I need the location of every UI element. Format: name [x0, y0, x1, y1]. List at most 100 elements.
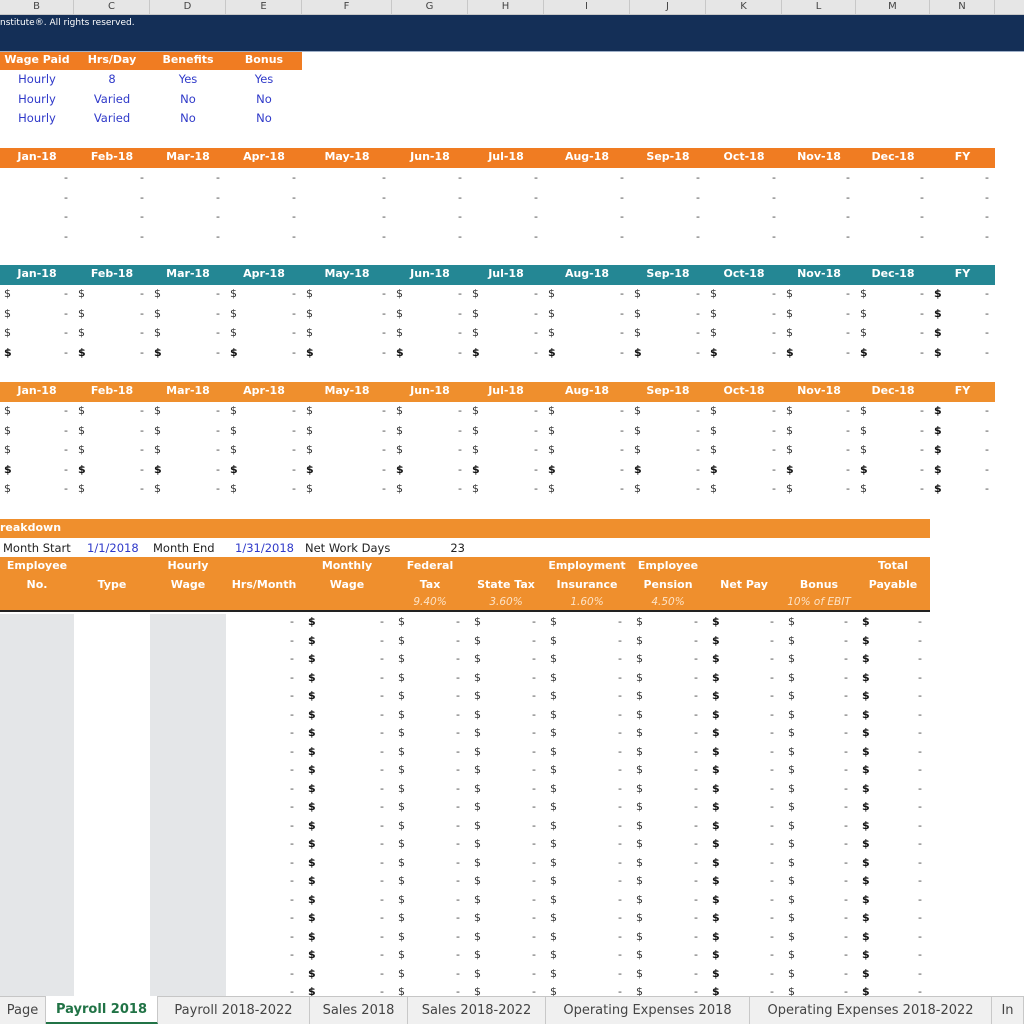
breakdown-cell[interactable]: -: [468, 856, 536, 869]
breakdown-cell[interactable]: -: [392, 708, 460, 721]
cost-cell[interactable]: -: [392, 287, 462, 300]
employee-no-input-column[interactable]: [0, 614, 74, 996]
cost-cell[interactable]: -: [302, 326, 386, 339]
payroll-cell[interactable]: -: [856, 424, 924, 437]
hours-cell[interactable]: -: [856, 171, 924, 184]
breakdown-cell[interactable]: -: [392, 615, 460, 628]
hours-cell[interactable]: -: [74, 191, 144, 204]
payroll-cell[interactable]: -: [630, 404, 700, 417]
column-header-d[interactable]: D: [150, 0, 226, 15]
breakdown-cell[interactable]: -: [468, 615, 536, 628]
breakdown-cell[interactable]: -: [630, 615, 698, 628]
column-header-i[interactable]: I: [544, 0, 630, 15]
breakdown-cell[interactable]: -: [544, 763, 622, 776]
breakdown-cell[interactable]: -: [392, 800, 460, 813]
breakdown-cell[interactable]: -: [706, 800, 774, 813]
hours-cell[interactable]: -: [392, 191, 462, 204]
breakdown-cell[interactable]: -: [392, 782, 460, 795]
breakdown-cell[interactable]: -: [782, 856, 848, 869]
breakdown-cell[interactable]: -: [856, 948, 922, 961]
breakdown-cell[interactable]: -: [226, 930, 294, 943]
payroll-cell[interactable]: -: [468, 404, 538, 417]
breakdown-cell[interactable]: -: [226, 856, 294, 869]
payroll-cell[interactable]: -: [0, 443, 68, 456]
payroll-cell[interactable]: -: [630, 482, 700, 495]
breakdown-cell[interactable]: -: [544, 893, 622, 906]
breakdown-cell[interactable]: -: [226, 948, 294, 961]
payroll-cell[interactable]: -: [392, 463, 462, 476]
payroll-cell[interactable]: -: [468, 424, 538, 437]
breakdown-cell[interactable]: -: [706, 930, 774, 943]
breakdown-cell[interactable]: -: [392, 745, 460, 758]
cost-cell[interactable]: -: [302, 346, 386, 359]
cost-cell[interactable]: -: [930, 346, 989, 359]
breakdown-cell[interactable]: -: [856, 893, 922, 906]
breakdown-cell[interactable]: -: [630, 782, 698, 795]
breakdown-cell[interactable]: -: [468, 745, 536, 758]
breakdown-cell[interactable]: -: [226, 911, 294, 924]
payroll-cell[interactable]: -: [150, 404, 220, 417]
breakdown-cell[interactable]: -: [630, 874, 698, 887]
cost-cell[interactable]: -: [930, 326, 989, 339]
column-header-m[interactable]: M: [856, 0, 930, 15]
payroll-cell[interactable]: -: [302, 443, 386, 456]
cost-cell[interactable]: -: [706, 307, 776, 320]
breakdown-cell[interactable]: -: [302, 615, 384, 628]
breakdown-cell[interactable]: -: [706, 874, 774, 887]
hours-cell[interactable]: -: [302, 171, 386, 184]
cost-cell[interactable]: -: [0, 346, 68, 359]
breakdown-cell[interactable]: -: [302, 726, 384, 739]
breakdown-cell[interactable]: -: [544, 819, 622, 832]
breakdown-cell[interactable]: -: [630, 819, 698, 832]
payroll-cell[interactable]: -: [856, 463, 924, 476]
payroll-cell[interactable]: -: [226, 482, 296, 495]
payroll-cell[interactable]: -: [226, 424, 296, 437]
breakdown-cell[interactable]: -: [544, 726, 622, 739]
column-header-g[interactable]: G: [392, 0, 468, 15]
breakdown-cell[interactable]: -: [544, 967, 622, 980]
breakdown-cell[interactable]: -: [392, 911, 460, 924]
breakdown-cell[interactable]: -: [706, 911, 774, 924]
hours-cell[interactable]: -: [392, 171, 462, 184]
breakdown-cell[interactable]: -: [226, 837, 294, 850]
breakdown-cell[interactable]: -: [856, 708, 922, 721]
breakdown-cell[interactable]: -: [782, 911, 848, 924]
sheet-tab-operating-expenses-2018[interactable]: Operating Expenses 2018: [546, 997, 750, 1024]
column-header-c[interactable]: C: [74, 0, 150, 15]
breakdown-cell[interactable]: -: [782, 726, 848, 739]
breakdown-cell[interactable]: -: [226, 874, 294, 887]
payroll-cell[interactable]: -: [302, 463, 386, 476]
breakdown-cell[interactable]: -: [302, 708, 384, 721]
breakdown-cell[interactable]: -: [630, 967, 698, 980]
breakdown-cell[interactable]: -: [302, 967, 384, 980]
cost-cell[interactable]: -: [150, 346, 220, 359]
payroll-cell[interactable]: -: [930, 463, 989, 476]
cost-cell[interactable]: -: [630, 307, 700, 320]
payroll-cell[interactable]: -: [468, 463, 538, 476]
breakdown-cell[interactable]: -: [392, 671, 460, 684]
breakdown-cell[interactable]: -: [782, 615, 848, 628]
cost-cell[interactable]: -: [468, 307, 538, 320]
breakdown-cell[interactable]: -: [226, 763, 294, 776]
hours-cell[interactable]: -: [0, 191, 68, 204]
breakdown-cell[interactable]: -: [630, 726, 698, 739]
breakdown-cell[interactable]: -: [302, 800, 384, 813]
breakdown-cell[interactable]: -: [468, 652, 536, 665]
employee-type-cell[interactable]: Hourly: [0, 72, 74, 86]
breakdown-cell[interactable]: -: [706, 615, 774, 628]
breakdown-cell[interactable]: -: [226, 819, 294, 832]
payroll-cell[interactable]: -: [706, 463, 776, 476]
hours-cell[interactable]: -: [630, 230, 700, 243]
breakdown-cell[interactable]: -: [392, 726, 460, 739]
breakdown-cell[interactable]: -: [706, 671, 774, 684]
hours-cell[interactable]: -: [302, 191, 386, 204]
hours-cell[interactable]: -: [468, 210, 538, 223]
breakdown-cell[interactable]: -: [706, 893, 774, 906]
payroll-cell[interactable]: -: [782, 424, 850, 437]
cost-cell[interactable]: -: [782, 326, 850, 339]
breakdown-cell[interactable]: -: [468, 819, 536, 832]
breakdown-cell[interactable]: -: [706, 763, 774, 776]
breakdown-cell[interactable]: -: [544, 837, 622, 850]
payroll-cell[interactable]: -: [706, 424, 776, 437]
hours-cell[interactable]: -: [226, 210, 296, 223]
